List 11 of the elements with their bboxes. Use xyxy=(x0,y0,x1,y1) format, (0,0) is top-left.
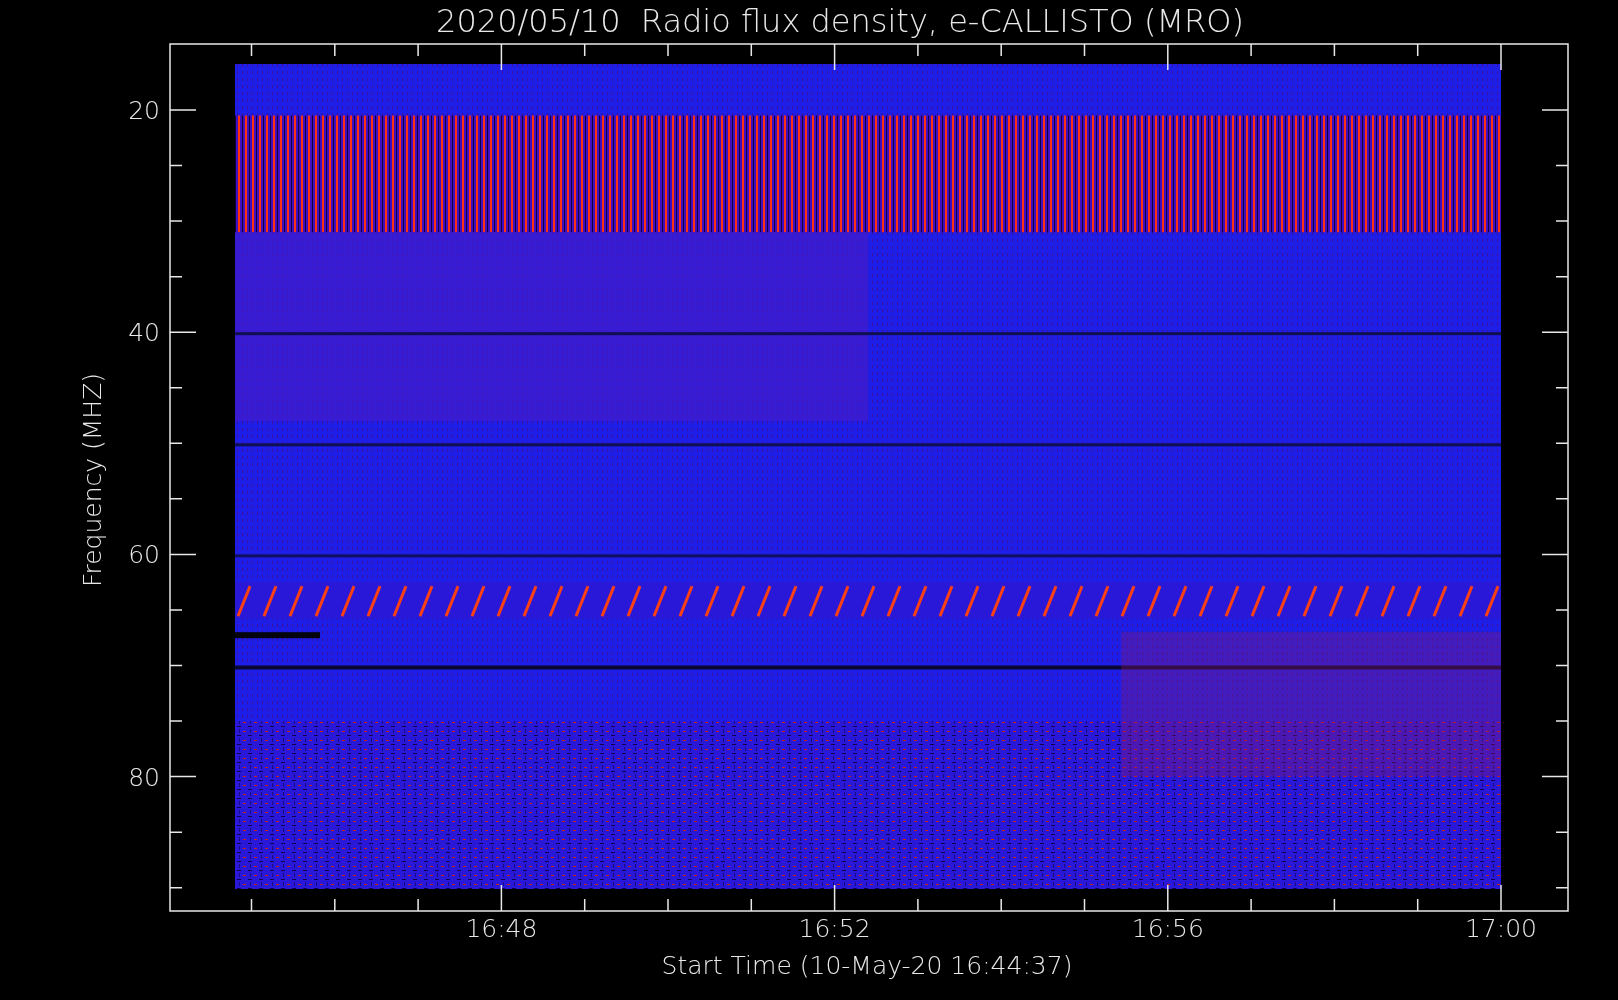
x-tick-label: 16:56 xyxy=(1131,914,1204,943)
y-tick-label: 80 xyxy=(128,762,160,792)
x-axis-label: Start Time (10-May-20 16:44:37) xyxy=(661,951,1073,980)
y-tick-label: 60 xyxy=(128,540,160,570)
y-axis-label: Frequency (MHZ) xyxy=(78,372,107,588)
x-tick-label: 17:00 xyxy=(1465,914,1537,943)
chart-title: 2020/05/10 Radio flux density, e-CALLISTO (MRO) xyxy=(436,2,1244,40)
x-tick-label: 16:48 xyxy=(465,914,538,943)
y-tick-label: 20 xyxy=(128,96,160,125)
y-tick-label: 40 xyxy=(128,318,160,348)
x-tick-label: 16:52 xyxy=(798,914,871,943)
